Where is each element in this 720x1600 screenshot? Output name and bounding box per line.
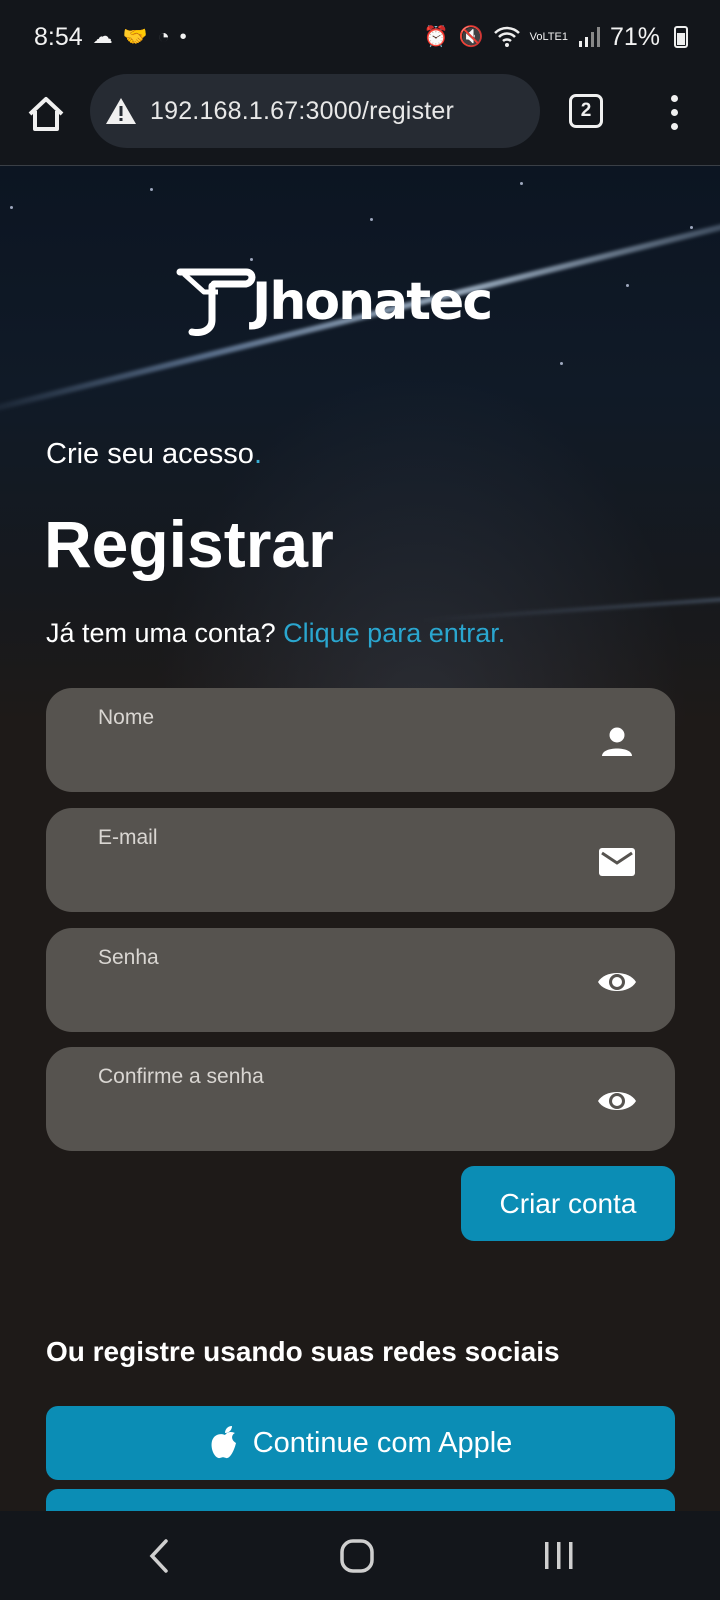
home-icon[interactable]: [24, 92, 68, 136]
notification-icon: ◔: [157, 26, 170, 48]
home-nav-icon[interactable]: [334, 1533, 380, 1579]
star: [626, 284, 629, 287]
volte-icon: VoLTE1: [529, 30, 568, 43]
name-field[interactable]: Nome: [46, 688, 675, 792]
signal-icon: [578, 27, 600, 47]
alarm-icon: ⏰: [423, 26, 449, 48]
eye-icon[interactable]: [595, 962, 639, 1002]
password-input[interactable]: [98, 980, 558, 1016]
warning-icon[interactable]: [104, 96, 138, 126]
person-icon: [602, 727, 632, 756]
social-heading: Ou registre usando suas redes sociais: [46, 1336, 560, 1367]
email-field-label: E-mail: [98, 826, 158, 849]
url-text[interactable]: 192.168.1.67:3000/register: [150, 97, 454, 126]
jhonatec-logo-mark: [176, 268, 256, 336]
cloud-icon: ☁: [92, 26, 113, 48]
page-subtitle: Crie seu acesso.: [46, 438, 262, 471]
page-title: Registrar: [44, 507, 334, 581]
star: [560, 362, 563, 365]
more-menu-icon[interactable]: [662, 92, 686, 132]
email-field[interactable]: E-mail: [46, 808, 675, 912]
eye-icon[interactable]: [595, 1081, 639, 1121]
apple-button-label: Continue com Apple: [252, 1426, 513, 1459]
mail-icon: [599, 848, 635, 876]
create-account-button[interactable]: Criar conta: [461, 1166, 675, 1241]
apple-icon: [211, 1426, 236, 1459]
star: [690, 226, 693, 229]
wifi-icon: [493, 26, 520, 47]
recent-apps-icon[interactable]: [536, 1533, 582, 1579]
address-bar[interactable]: 192.168.1.67:3000/register: [90, 74, 540, 148]
confirm-password-input[interactable]: [98, 1099, 558, 1135]
brand-logo: Jhonatec: [174, 268, 493, 336]
subtitle-accent-dot: .: [253, 438, 262, 470]
email-input[interactable]: [98, 860, 558, 896]
status-right: ⏰ 🔇 VoLTE1 71%: [424, 23, 688, 52]
back-icon[interactable]: [138, 1533, 184, 1579]
mute-icon: 🔇: [458, 26, 484, 48]
status-bar: 8:54 ☁ 🤝 ◔ • ⏰ 🔇 VoLTE1 71%: [0, 0, 720, 74]
dot-icon: •: [179, 26, 187, 48]
status-left: 8:54 ☁ 🤝 ◔ •: [34, 23, 187, 52]
confirm-password-field[interactable]: Confirme a senha: [46, 1047, 675, 1151]
confirm-password-field-label: Confirme a senha: [98, 1065, 264, 1088]
password-field[interactable]: Senha: [46, 928, 675, 1032]
star: [250, 258, 253, 261]
name-field-label: Nome: [98, 706, 155, 729]
continue-with-apple-button[interactable]: Continue com Apple: [46, 1406, 675, 1480]
tab-switcher-button[interactable]: 2: [569, 94, 603, 128]
system-navigation-bar: [0, 1511, 720, 1600]
clock: 8:54: [34, 22, 83, 51]
browser-toolbar: 192.168.1.67:3000/register 2: [0, 74, 720, 166]
name-input[interactable]: [98, 740, 558, 776]
subtitle-text: Crie seu acesso: [46, 438, 254, 470]
logo-text: Jhonatec: [252, 272, 493, 332]
handshake-icon: 🤝: [122, 26, 148, 48]
battery-icon: [674, 26, 688, 48]
login-prompt: Já tem uma conta? Clique para entrar.: [46, 618, 505, 649]
battery-percent: 71%: [609, 22, 660, 51]
star: [370, 218, 373, 221]
login-link[interactable]: Clique para entrar.: [283, 618, 505, 648]
star: [520, 182, 523, 185]
star: [10, 206, 13, 209]
password-field-label: Senha: [98, 946, 159, 969]
star: [150, 188, 153, 191]
login-prompt-text: Já tem uma conta?: [46, 618, 276, 648]
